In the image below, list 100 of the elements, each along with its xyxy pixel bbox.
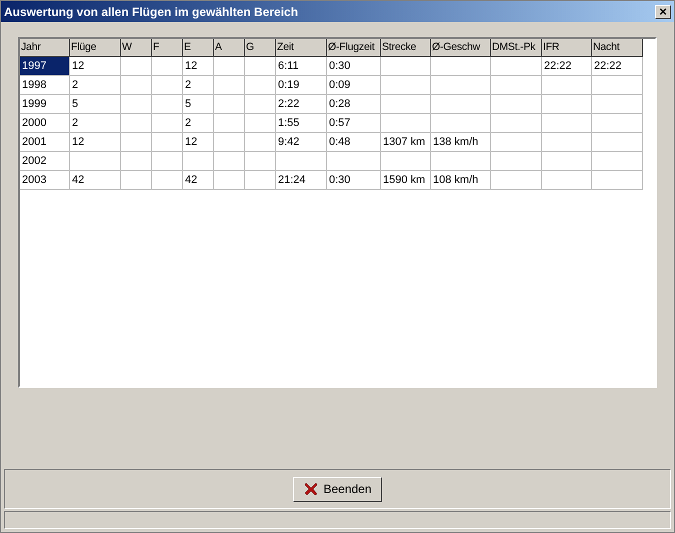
- table-cell: [245, 95, 276, 114]
- table-cell: [121, 76, 152, 95]
- table-cell: [592, 76, 643, 95]
- table-cell: [542, 95, 592, 114]
- table-cell: [431, 95, 491, 114]
- table-cell: 0:30: [327, 57, 381, 76]
- column-header[interactable]: Flüge: [70, 39, 121, 57]
- table-cell: 0:28: [327, 95, 381, 114]
- table-cell: [491, 95, 542, 114]
- column-header[interactable]: Ø-Geschw: [431, 39, 491, 57]
- window-title: Auswertung von allen Flügen im gewählten Bereich: [4, 4, 298, 20]
- table-cell: [121, 95, 152, 114]
- table-cell: [491, 171, 542, 190]
- table-cell: [245, 171, 276, 190]
- table-cell: [245, 152, 276, 171]
- table-cell: 2001: [20, 133, 70, 152]
- column-header[interactable]: Strecke: [381, 39, 431, 57]
- table-cell: [542, 171, 592, 190]
- table-cell: [542, 114, 592, 133]
- close-dialog-button[interactable]: Beenden: [293, 476, 382, 502]
- table-cell: 138 km/h: [431, 133, 491, 152]
- table-cell: 12: [183, 57, 214, 76]
- table-cell: 108 km/h: [431, 171, 491, 190]
- table-cell: 1307 km: [381, 133, 431, 152]
- table-cell: 2: [70, 114, 121, 133]
- table-cell: 5: [183, 95, 214, 114]
- table-cell: [381, 114, 431, 133]
- table-cell: [214, 152, 245, 171]
- column-header[interactable]: DMSt.-Pk: [491, 39, 542, 57]
- column-header[interactable]: Ø-Flugzeit: [327, 39, 381, 57]
- table-cell: [276, 152, 327, 171]
- table-cell: 0:48: [327, 133, 381, 152]
- table-cell: [152, 57, 183, 76]
- table-cell: 5: [70, 95, 121, 114]
- table-cell: 12: [70, 133, 121, 152]
- table-cell: [431, 114, 491, 133]
- column-header[interactable]: W: [121, 39, 152, 57]
- column-header[interactable]: Zeit: [276, 39, 327, 57]
- table-cell: [491, 57, 542, 76]
- table-cell: 1997: [20, 57, 70, 76]
- table-cell: [214, 57, 245, 76]
- table-cell: 1590 km: [381, 171, 431, 190]
- table-cell: 2: [183, 114, 214, 133]
- table-cell: [431, 76, 491, 95]
- table-cell: 2: [183, 76, 214, 95]
- table-cell: [491, 152, 542, 171]
- table-cell: [327, 152, 381, 171]
- table-cell: [214, 95, 245, 114]
- column-header[interactable]: A: [214, 39, 245, 57]
- table-cell: 21:24: [276, 171, 327, 190]
- table-cell: [592, 152, 643, 171]
- table-cell: 2:22: [276, 95, 327, 114]
- table-cell: [245, 114, 276, 133]
- table-cell: 2003: [20, 171, 70, 190]
- column-header[interactable]: Jahr: [20, 39, 70, 57]
- table-cell: 0:57: [327, 114, 381, 133]
- table-cell: 12: [70, 57, 121, 76]
- table-cell: 2: [70, 76, 121, 95]
- table-cell: [431, 57, 491, 76]
- table-cell: [381, 76, 431, 95]
- close-button[interactable]: ×: [655, 4, 671, 18]
- table-cell: [121, 114, 152, 133]
- table-cell: 12: [183, 133, 214, 152]
- column-header[interactable]: IFR: [542, 39, 592, 57]
- table-cell: 1999: [20, 95, 70, 114]
- table-cell: 9:42: [276, 133, 327, 152]
- table-cell: [121, 133, 152, 152]
- table-cell: [214, 133, 245, 152]
- table-cell: [121, 171, 152, 190]
- table-cell: [381, 95, 431, 114]
- table-cell: [542, 133, 592, 152]
- column-header[interactable]: Nacht: [592, 39, 643, 57]
- table-cell: 42: [70, 171, 121, 190]
- table-cell: [121, 57, 152, 76]
- table-cell: [152, 133, 183, 152]
- column-header[interactable]: E: [183, 39, 214, 57]
- table-cell: [592, 171, 643, 190]
- table-cell: 42: [183, 171, 214, 190]
- table-cell: [491, 114, 542, 133]
- table-cell: [491, 133, 542, 152]
- table-cell: [381, 152, 431, 171]
- table-cell: 6:11: [276, 57, 327, 76]
- table-cell: 22:22: [592, 57, 643, 76]
- table-cell: [592, 95, 643, 114]
- table-cell: [381, 57, 431, 76]
- table-cell: [214, 76, 245, 95]
- table-cell: [431, 152, 491, 171]
- column-header[interactable]: G: [245, 39, 276, 57]
- column-header[interactable]: F: [152, 39, 183, 57]
- table-cell: 0:19: [276, 76, 327, 95]
- table-cell: 2002: [20, 152, 70, 171]
- table-cell: [245, 57, 276, 76]
- table-cell: [152, 114, 183, 133]
- table-cell: [152, 95, 183, 114]
- table-cell: [121, 152, 152, 171]
- table-cell: [542, 152, 592, 171]
- table-cell: 22:22: [542, 57, 592, 76]
- table-cell: [245, 76, 276, 95]
- table-cell: [592, 114, 643, 133]
- table-cell: [183, 152, 214, 171]
